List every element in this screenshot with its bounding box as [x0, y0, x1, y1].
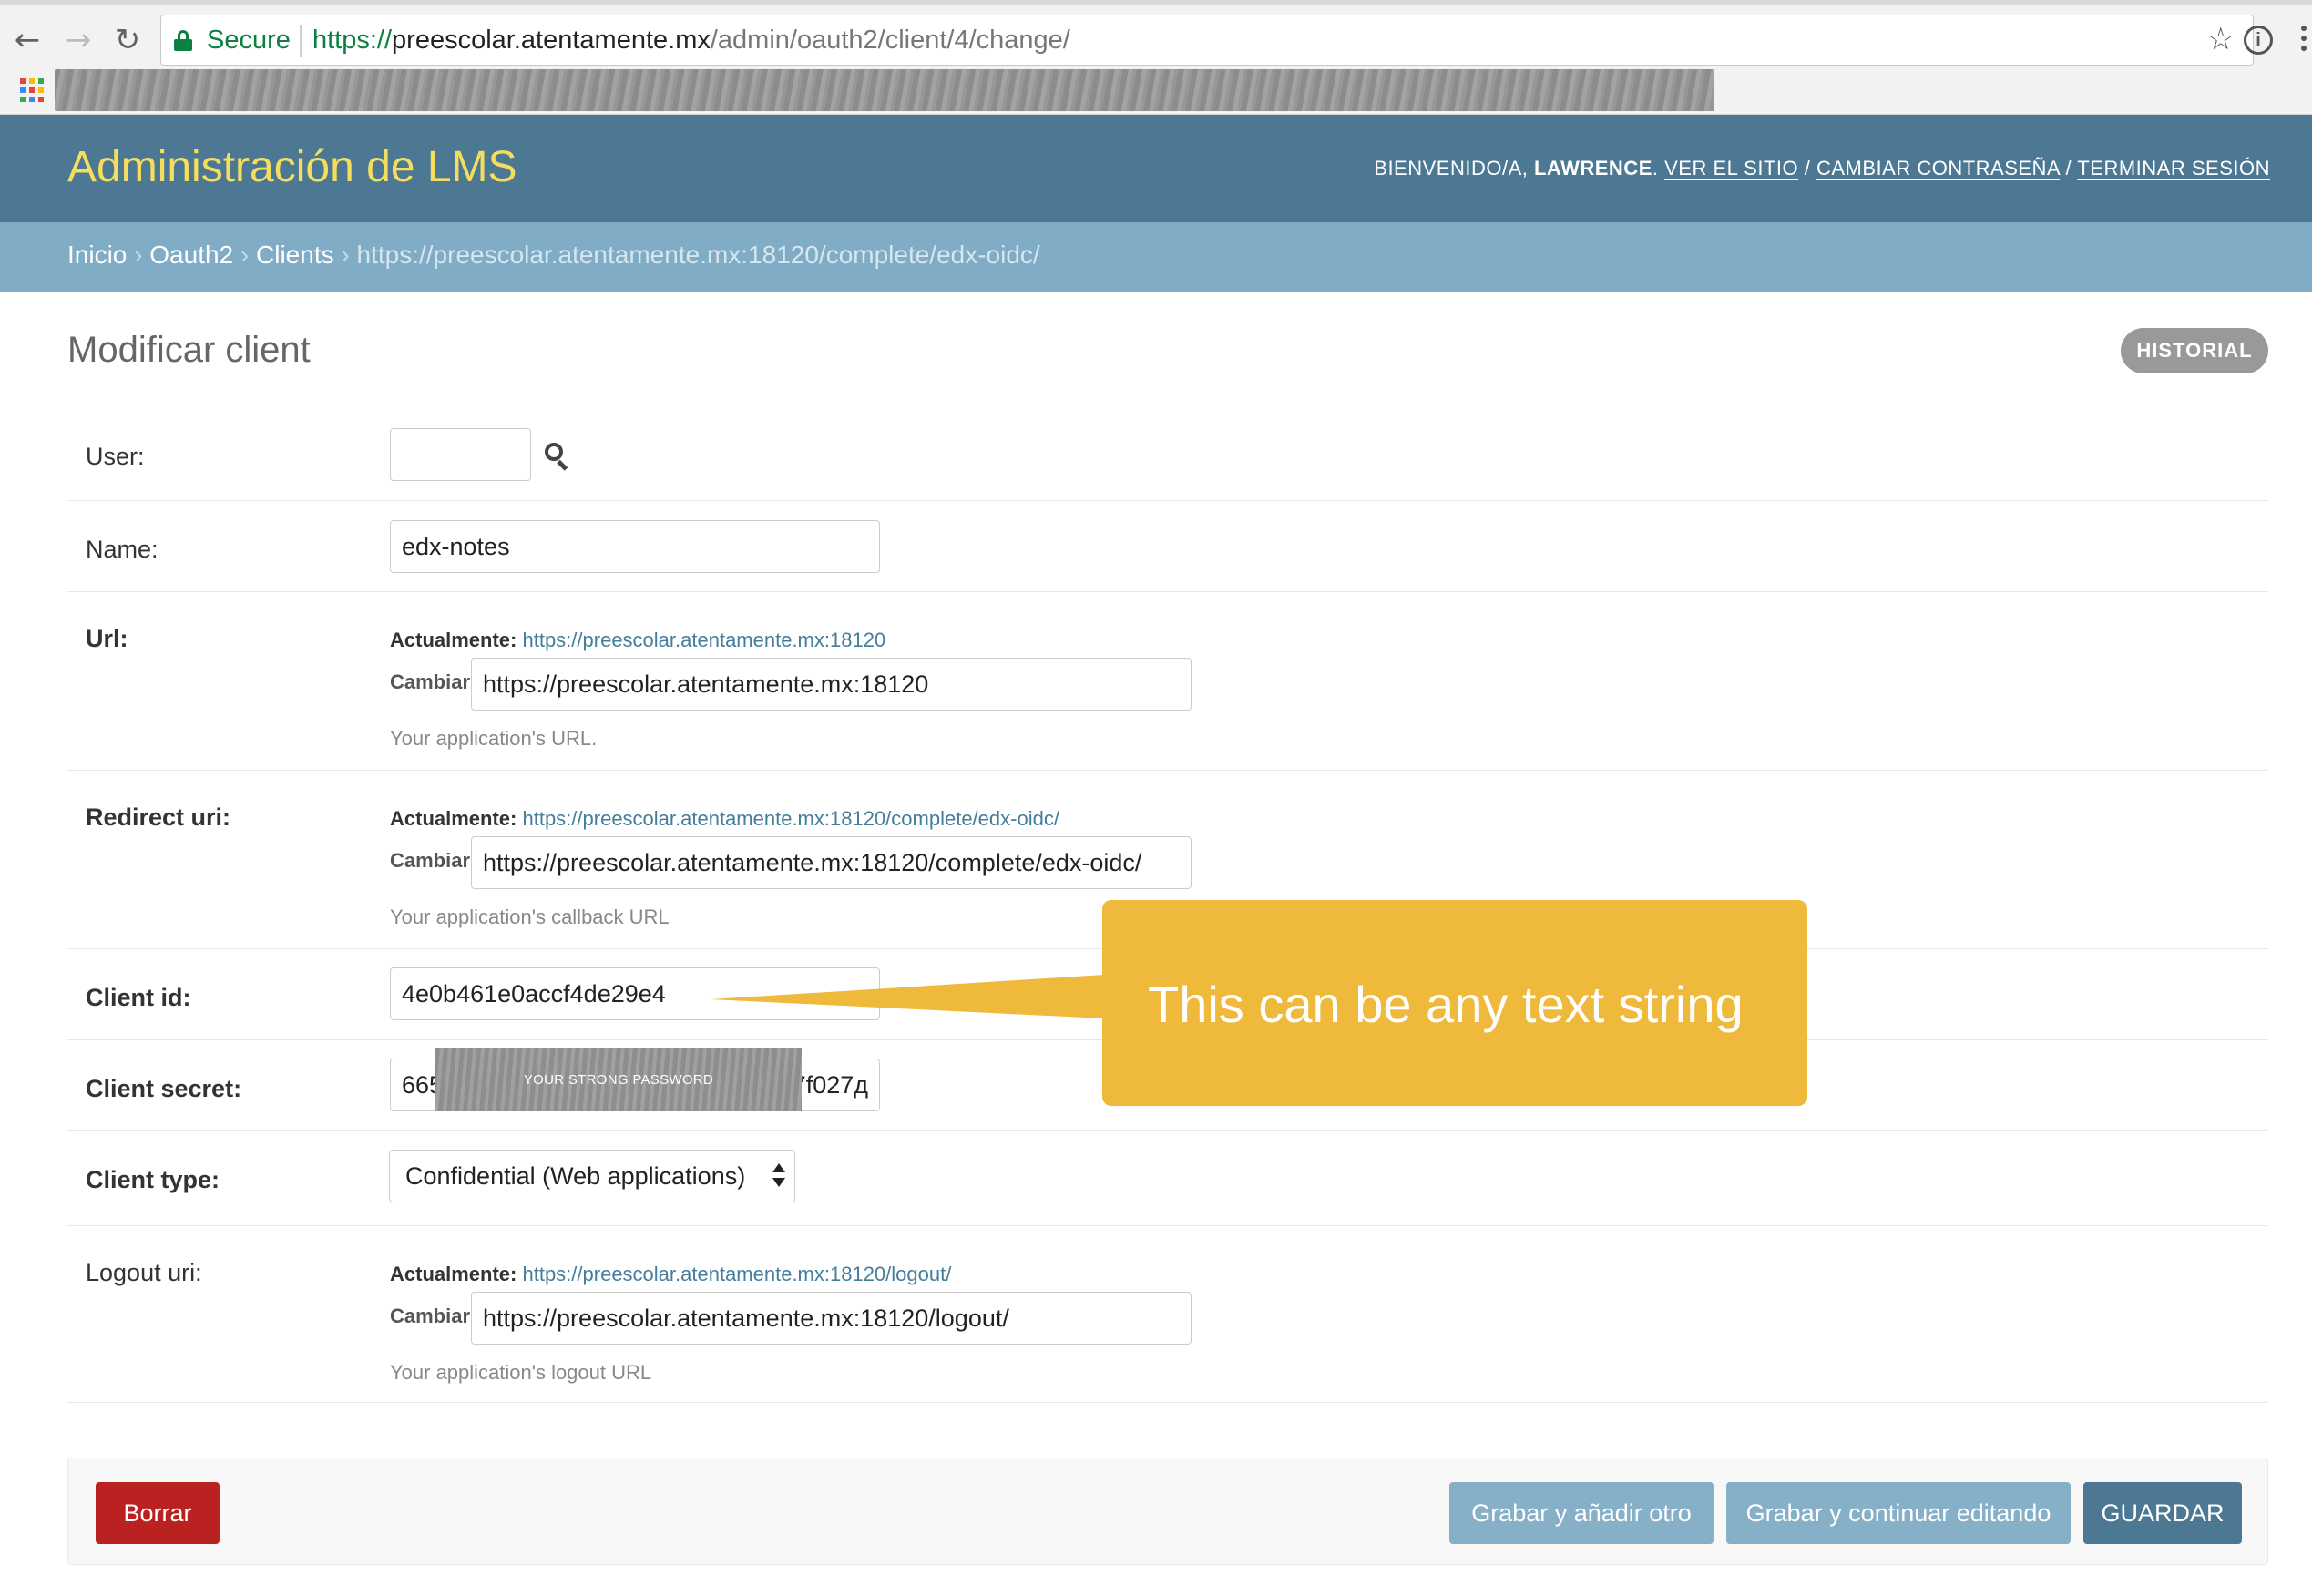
url-current-link[interactable]: https://preescolar.atentamente.mx:18120 [522, 629, 885, 651]
logout-uri-current-link[interactable]: https://preescolar.atentamente.mx:18120/… [522, 1263, 951, 1285]
client-type-select[interactable]: Confidential (Web applications) [389, 1150, 795, 1202]
extension-info-icon[interactable]: i [2244, 26, 2273, 55]
user-label: User: [86, 443, 145, 470]
breadcrumb-home[interactable]: Inicio [67, 240, 127, 269]
user-tools: BIENVENIDO/A, LAWRENCE. VER EL SITIO / C… [1374, 157, 2270, 179]
url-text[interactable]: https://preescolar.atentamente.mx/admin/… [312, 26, 1070, 56]
logout-uri-current: Actualmente: https://preescolar.atentame… [390, 1263, 951, 1286]
name-input[interactable]: edx-notes [390, 520, 880, 573]
url-current-label: Actualmente: [390, 629, 517, 651]
view-site-link[interactable]: VER EL SITIO [1664, 157, 1798, 179]
breadcrumb: Inicio › Oauth2 › Clients › https://pree… [0, 222, 2312, 292]
tools-separator: / [1798, 157, 1816, 179]
logout-link[interactable]: TERMINAR SESIÓN [2077, 157, 2270, 179]
callout-text: This can be any text string [1148, 976, 1744, 1033]
logout-uri-label: Logout uri: [86, 1259, 202, 1286]
redirect-uri-change-label: Cambiar: [390, 849, 477, 872]
name-label: Name: [86, 536, 159, 563]
address-separator [300, 25, 302, 57]
save-continue-button[interactable]: Grabar y continuar editando [1726, 1482, 2071, 1544]
change-password-link[interactable]: CAMBIAR CONTRASEÑA [1816, 157, 2060, 179]
admin-header: Administración de LMS BIENVENIDO/A, LAWR… [0, 115, 2312, 222]
lock-icon [174, 30, 192, 51]
redirect-uri-current-label: Actualmente: [390, 807, 517, 830]
breadcrumb-separator: › [333, 240, 357, 269]
back-arrow-icon[interactable]: ← [7, 20, 47, 60]
url-change-label: Cambiar: [390, 670, 477, 693]
search-icon[interactable] [545, 443, 570, 471]
apps-grid-icon[interactable] [20, 78, 44, 102]
history-button[interactable]: HISTORIAL [2121, 328, 2268, 373]
redirect-uri-current-link[interactable]: https://preescolar.atentamente.mx:18120/… [522, 807, 1059, 830]
url-input[interactable]: https://preescolar.atentamente.mx:18120 [471, 658, 1192, 711]
client-secret-label: Client secret: [86, 1075, 242, 1102]
tools-separator: / [2059, 157, 2078, 179]
logout-uri-current-label: Actualmente: [390, 1263, 517, 1285]
save-button[interactable]: GUARDAR [2083, 1482, 2242, 1544]
breadcrumb-current: https://preescolar.atentamente.mx:18120/… [356, 240, 1040, 269]
username: LAWRENCE [1533, 157, 1652, 179]
annotation-callout: This can be any text string [1102, 900, 1807, 1106]
secure-label: Secure [207, 26, 291, 55]
user-input[interactable] [390, 428, 531, 481]
url-label: Url: [86, 625, 128, 652]
form-row-user: User: [67, 408, 2268, 501]
tab-strip-edge [0, 0, 2312, 5]
bookmarks-bar-redacted [55, 69, 1714, 111]
bookmark-star-icon[interactable]: ☆ [2207, 21, 2235, 57]
page-title: Modificar client [67, 330, 311, 370]
client-type-label: Client type: [86, 1166, 220, 1193]
save-add-another-button[interactable]: Grabar y añadir otro [1449, 1482, 1714, 1544]
logout-uri-input[interactable]: https://preescolar.atentamente.mx:18120/… [471, 1292, 1192, 1345]
form-row-name: Name: edx-notes [67, 501, 2268, 592]
redirect-uri-current: Actualmente: https://preescolar.atentame… [390, 807, 1059, 831]
url-current: Actualmente: https://preescolar.atentame… [390, 629, 885, 652]
breadcrumb-separator: › [127, 240, 150, 269]
reload-icon[interactable]: ↻ [107, 20, 148, 60]
browser-chrome: ← → ↻ Secure https://preescolar.atentame… [0, 0, 2312, 115]
logout-uri-change-label: Cambiar: [390, 1304, 477, 1327]
url-scheme: https:// [312, 26, 393, 55]
callout-pointer [711, 975, 1104, 1018]
breadcrumb-model[interactable]: Clients [256, 240, 334, 269]
breadcrumb-app[interactable]: Oauth2 [149, 240, 233, 269]
form-row-logout-uri: Logout uri: Actualmente: https://preesco… [67, 1226, 2268, 1403]
address-bar[interactable]: Secure https://preescolar.atentamente.mx… [160, 15, 2254, 66]
client-id-label: Client id: [86, 984, 191, 1011]
submit-row: Borrar Grabar y añadir otro Grabar y con… [67, 1458, 2268, 1565]
client-secret-redaction: YOUR STRONG PASSWORD [435, 1048, 802, 1111]
url-help-text: Your application's URL. [390, 727, 598, 750]
logout-uri-help-text: Your application's logout URL [390, 1361, 652, 1384]
forward-arrow-icon[interactable]: → [58, 20, 98, 60]
url-host: preescolar.atentamente.mx [392, 26, 711, 55]
select-arrows-icon [772, 1163, 785, 1189]
client-type-selected: Confidential (Web applications) [405, 1162, 746, 1190]
redirect-uri-input[interactable]: https://preescolar.atentamente.mx:18120/… [471, 836, 1192, 889]
welcome-text: BIENVENIDO/A, [1374, 157, 1529, 179]
delete-button[interactable]: Borrar [96, 1482, 220, 1544]
browser-menu-icon[interactable] [2301, 26, 2307, 55]
redirect-uri-help-text: Your application's callback URL [390, 905, 670, 928]
redirect-uri-label: Redirect uri: [86, 803, 231, 831]
url-path: /admin/oauth2/client/4/change/ [710, 26, 1070, 55]
breadcrumb-separator: › [233, 240, 257, 269]
form-row-url: Url: Actualmente: https://preescolar.ate… [67, 592, 2268, 771]
site-branding: Administración de LMS [67, 143, 517, 191]
